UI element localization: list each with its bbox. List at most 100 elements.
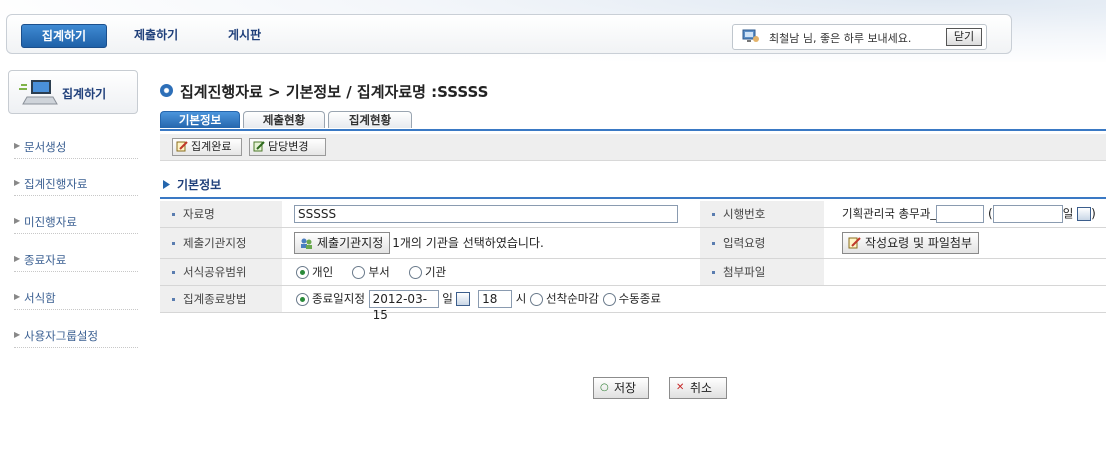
form-row: 서식공유범위 개인 부서 기관 첨부파일 <box>160 258 1106 286</box>
sidebar-header[interactable]: 집계하기 <box>8 70 138 114</box>
field-value-cell <box>824 258 1106 286</box>
tab-aggregation-status[interactable]: 집계현황 <box>328 111 412 128</box>
calendar-icon[interactable] <box>1077 207 1092 221</box>
field-label-cell: 자료명 <box>160 201 282 228</box>
change-owner-label: 담당변경 <box>268 140 309 153</box>
exec-no-close-paren: ) <box>1091 206 1096 221</box>
field-value-cell: 개인 부서 기관 <box>282 258 700 286</box>
sidebar-item-label: 문서생성 <box>24 140 67 154</box>
page-title: 집계진행자료 > 기본정보 / 집계자료명 :SSSSS <box>180 83 489 101</box>
share-label: 서식공유범위 <box>183 265 247 279</box>
document-pencil-icon <box>176 141 188 152</box>
sidebar-item-in-progress[interactable]: ▶ 집계진행자료 <box>14 173 138 196</box>
close-button[interactable]: 닫기 <box>946 28 982 46</box>
end-method-label: 집계종료방법 <box>183 292 247 306</box>
sidebar-item-label: 집계진행자료 <box>24 177 88 191</box>
exec-no-input[interactable] <box>936 205 985 223</box>
field-label-cell: 입력요령 <box>700 227 824 259</box>
laptop-icon <box>19 80 58 105</box>
arrow-right-icon: ▶ <box>14 330 21 339</box>
arrow-right-icon: ▶ <box>14 216 21 225</box>
org-label: 제출기관지정 <box>183 236 247 250</box>
sidebar-item-user-groups[interactable]: ▶ 사용자그룹설정 <box>14 325 138 348</box>
guide-attach-label: 작성요령 및 파일첨부 <box>865 236 972 250</box>
end-date-input[interactable]: 2012-03-15 <box>368 290 439 322</box>
top-tab-board[interactable]: 게시판 <box>228 24 278 46</box>
top-tab-submit[interactable]: 제출하기 <box>134 24 198 46</box>
action-toolbar: 집계완료 담당변경 <box>160 134 1106 161</box>
complete-aggregation-button[interactable]: 집계완료 <box>172 138 242 156</box>
triangle-right-icon <box>163 180 170 189</box>
field-label-cell: 시행번호 <box>700 201 824 228</box>
arrow-right-icon: ▶ <box>14 292 21 301</box>
greeting-text: 최철남 님, 좋은 하루 보내세요. <box>769 32 912 45</box>
end-opt-date-label: 종료일지정 <box>312 291 365 306</box>
sidebar-header-label: 집계하기 <box>62 87 107 101</box>
exec-no-day-unit: 일 <box>1062 206 1074 221</box>
form-row: 제출기관지정 제출기관지정 1개의 기관을 선택하였습니다. 입력요령 작성요령… <box>160 227 1106 259</box>
end-day-unit: 일 <box>442 291 453 306</box>
close-icon: ✕ <box>676 382 685 393</box>
sidebar-item-not-started[interactable]: ▶ 미진행자료 <box>14 211 138 234</box>
users-icon <box>301 238 312 249</box>
title-bullet-icon <box>160 84 173 97</box>
sidebar-item-label: 사용자그룹설정 <box>24 329 99 343</box>
field-label-cell: 서식공유범위 <box>160 258 282 286</box>
select-org-label: 제출기관지정 <box>317 236 384 250</box>
data-name-input[interactable]: SSSSS <box>294 205 678 223</box>
sidebar-item-closed[interactable]: ▶ 종료자료 <box>14 249 138 272</box>
document-edit-icon <box>253 141 265 152</box>
end-hour-input[interactable]: 18 <box>478 290 513 308</box>
share-radio-personal[interactable] <box>296 266 309 279</box>
save-button[interactable]: ○ 저장 <box>593 377 649 399</box>
field-value-cell: 작성요령 및 파일첨부 <box>824 227 1106 259</box>
content-tabs: 기본정보 제출현황 집계현황 <box>160 111 1106 131</box>
data-name-label: 자료명 <box>183 207 215 221</box>
complete-aggregation-label: 집계완료 <box>191 140 232 153</box>
save-label: 저장 <box>614 381 637 395</box>
field-value-cell: 제출기관지정 1개의 기관을 선택하였습니다. <box>282 227 700 259</box>
user-monitor-icon <box>742 29 759 42</box>
tab-basic-info[interactable]: 기본정보 <box>160 111 240 128</box>
change-owner-button[interactable]: 담당변경 <box>249 138 326 156</box>
arrow-right-icon: ▶ <box>14 141 21 150</box>
top-tab-aggregate[interactable]: 집계하기 <box>21 24 107 48</box>
cancel-button[interactable]: ✕ 취소 <box>669 377 727 399</box>
calendar-icon[interactable] <box>456 292 471 306</box>
sidebar-item-label: 종료자료 <box>24 253 67 267</box>
arrow-right-icon: ▶ <box>14 254 21 263</box>
share-option-label: 개인 <box>312 265 334 279</box>
field-label-cell: 첨부파일 <box>700 258 824 286</box>
section-title: 기본정보 <box>177 178 222 192</box>
arrow-right-icon: ▶ <box>14 178 21 187</box>
end-opt-first-label: 선착순마감 <box>546 291 599 306</box>
document-pencil-icon <box>848 237 861 249</box>
field-label-cell: 제출기관지정 <box>160 227 282 259</box>
field-value-cell: 기획관리국 총무과_(일 ) <box>824 201 1106 228</box>
share-radio-dept[interactable] <box>352 266 366 279</box>
exec-no-date-input[interactable] <box>992 205 1063 223</box>
share-option-label: 부서 <box>368 265 390 279</box>
org-status-text: 1개의 기관을 선택하였습니다. <box>392 235 544 250</box>
end-radio-date[interactable] <box>296 292 309 306</box>
sidebar-item-label: 서식함 <box>24 291 56 305</box>
tab-submission-status[interactable]: 제출현황 <box>243 111 325 128</box>
top-nav-bar: 집계하기 제출하기 게시판 최철남 님, 좋은 하루 보내세요. 닫기 <box>6 14 1012 54</box>
sidebar-item-forms[interactable]: ▶ 서식함 <box>14 287 138 310</box>
field-label-cell: 집계종료방법 <box>160 285 282 313</box>
exec-no-label: 시행번호 <box>723 207 766 221</box>
cancel-label: 취소 <box>690 381 713 395</box>
form-row: 자료명 SSSSS 시행번호 기획관리국 총무과_(일 ) <box>160 201 1106 228</box>
circle-icon: ○ <box>600 382 609 393</box>
basic-info-form: 자료명 SSSSS 시행번호 기획관리국 총무과_(일 ) 제출기관지정 제출기… <box>160 201 1106 322</box>
guide-attach-button[interactable]: 작성요령 및 파일첨부 <box>842 232 979 254</box>
section-divider <box>160 197 1106 199</box>
end-radio-manual[interactable] <box>602 292 616 306</box>
select-org-button[interactable]: 제출기관지정 <box>294 232 391 254</box>
share-radio-org[interactable] <box>408 266 422 279</box>
end-radio-first[interactable] <box>530 292 544 306</box>
attach-label: 첨부파일 <box>723 265 766 279</box>
greeting-box: 최철남 님, 좋은 하루 보내세요. 닫기 <box>732 24 987 50</box>
sidebar-item-create-doc[interactable]: ▶ 문서생성 <box>14 136 138 159</box>
end-hour-unit: 시 <box>515 291 527 306</box>
